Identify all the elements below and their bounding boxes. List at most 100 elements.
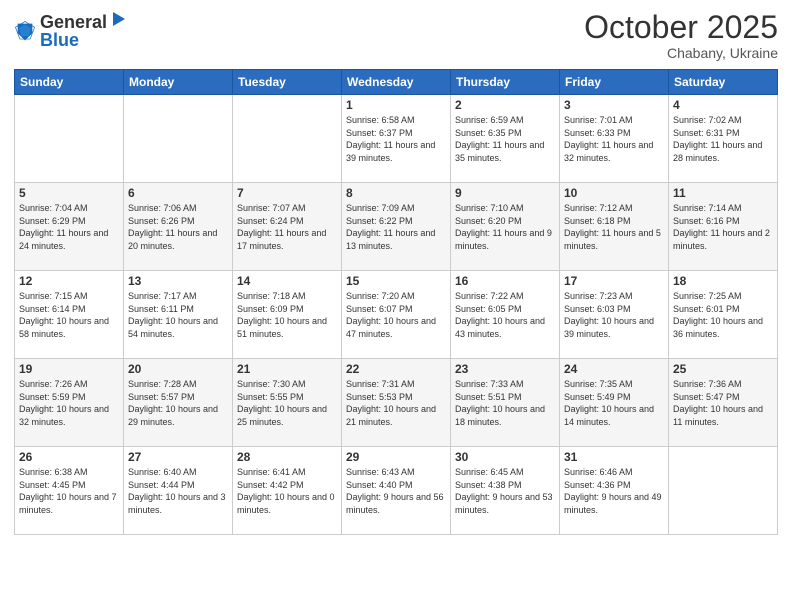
day-number: 15: [346, 274, 446, 288]
day-info: Sunrise: 7:06 AMSunset: 6:26 PMDaylight:…: [128, 202, 228, 252]
week-row-4: 26Sunrise: 6:38 AMSunset: 4:45 PMDayligh…: [15, 447, 778, 535]
day-cell-0-0: [15, 95, 124, 183]
day-cell-4-1: 27Sunrise: 6:40 AMSunset: 4:44 PMDayligh…: [124, 447, 233, 535]
day-info: Sunrise: 7:33 AMSunset: 5:51 PMDaylight:…: [455, 378, 555, 428]
day-cell-2-6: 18 Sunrise: 7:25 AMSunset: 6:01 PMDayligh…: [669, 271, 778, 359]
day-cell-1-1: 6 Sunrise: 7:06 AMSunset: 6:26 PMDaylight…: [124, 183, 233, 271]
day-number: 7: [237, 186, 337, 200]
day-cell-3-2: 21 Sunrise: 7:30 AMSunset: 5:55 PMDayligh…: [233, 359, 342, 447]
day-info: Sunrise: 7:02 AMSunset: 6:31 PMDaylight:…: [673, 114, 773, 164]
day-number: 31: [564, 450, 664, 464]
day-cell-1-5: 10 Sunrise: 7:12 AMSunset: 6:18 PMDayligh…: [560, 183, 669, 271]
day-info: Sunrise: 6:45 AMSunset: 4:38 PMDaylight:…: [455, 466, 555, 516]
day-info: Sunrise: 7:31 AMSunset: 5:53 PMDaylight:…: [346, 378, 446, 428]
day-number: 20: [128, 362, 228, 376]
day-info: Sunrise: 7:10 AMSunset: 6:20 PMDaylight:…: [455, 202, 555, 252]
day-cell-3-6: 25 Sunrise: 7:36 AMSunset: 5:47 PMDayligh…: [669, 359, 778, 447]
day-number: 17: [564, 274, 664, 288]
day-number: 22: [346, 362, 446, 376]
day-info: Sunrise: 6:46 AMSunset: 4:36 PMDaylight:…: [564, 466, 664, 516]
header: General Blue October 2025 Chabany, Ukrai…: [14, 10, 778, 61]
location-subtitle: Chabany, Ukraine: [584, 45, 778, 61]
header-tuesday: Tuesday: [233, 70, 342, 95]
logo: General Blue: [14, 10, 127, 51]
day-info: Sunrise: 6:43 AMSunset: 4:40 PMDaylight:…: [346, 466, 446, 516]
day-number: 5: [19, 186, 119, 200]
day-cell-4-3: 29 Sunrise: 6:43 AMSunset: 4:40 PMDayligh…: [342, 447, 451, 535]
day-info: Sunrise: 7:18 AMSunset: 6:09 PMDaylight:…: [237, 290, 337, 340]
day-cell-4-4: 30 Sunrise: 6:45 AMSunset: 4:38 PMDayligh…: [451, 447, 560, 535]
day-number: 4: [673, 98, 773, 112]
logo-blue: Blue: [40, 30, 79, 50]
header-monday: Monday: [124, 70, 233, 95]
day-cell-2-5: 17 Sunrise: 7:23 AMSunset: 6:03 PMDayligh…: [560, 271, 669, 359]
day-info: Sunrise: 7:07 AMSunset: 6:24 PMDaylight:…: [237, 202, 337, 252]
day-info: Sunrise: 7:23 AMSunset: 6:03 PMDaylight:…: [564, 290, 664, 340]
day-number: 3: [564, 98, 664, 112]
day-info: Sunrise: 7:26 AMSunset: 5:59 PMDaylight:…: [19, 378, 119, 428]
logo-general: General: [40, 13, 107, 31]
day-cell-4-5: 31 Sunrise: 6:46 AMSunset: 4:36 PMDayligh…: [560, 447, 669, 535]
day-info: Sunrise: 6:41 AMSunset: 4:42 PMDaylight:…: [237, 466, 337, 516]
day-number: 11: [673, 186, 773, 200]
day-cell-3-5: 24Sunrise: 7:35 AMSunset: 5:49 PMDayligh…: [560, 359, 669, 447]
day-number: 14: [237, 274, 337, 288]
day-cell-1-2: 7 Sunrise: 7:07 AMSunset: 6:24 PMDaylight…: [233, 183, 342, 271]
day-info: Sunrise: 7:28 AMSunset: 5:57 PMDaylight:…: [128, 378, 228, 428]
day-number: 12: [19, 274, 119, 288]
day-cell-2-4: 16Sunrise: 7:22 AMSunset: 6:05 PMDayligh…: [451, 271, 560, 359]
day-cell-0-6: 4 Sunrise: 7:02 AMSunset: 6:31 PMDaylight…: [669, 95, 778, 183]
header-friday: Friday: [560, 70, 669, 95]
day-number: 16: [455, 274, 555, 288]
day-number: 30: [455, 450, 555, 464]
day-info: Sunrise: 7:30 AMSunset: 5:55 PMDaylight:…: [237, 378, 337, 428]
day-number: 6: [128, 186, 228, 200]
logo-text-block: General Blue: [40, 10, 127, 51]
month-title: October 2025: [584, 10, 778, 45]
week-row-0: 1Sunrise: 6:58 AMSunset: 6:37 PMDaylight…: [15, 95, 778, 183]
day-number: 27: [128, 450, 228, 464]
day-cell-2-1: 13 Sunrise: 7:17 AMSunset: 6:11 PMDayligh…: [124, 271, 233, 359]
day-info: Sunrise: 7:12 AMSunset: 6:18 PMDaylight:…: [564, 202, 664, 252]
day-number: 10: [564, 186, 664, 200]
day-cell-4-0: 26Sunrise: 6:38 AMSunset: 4:45 PMDayligh…: [15, 447, 124, 535]
day-info: Sunrise: 7:25 AMSunset: 6:01 PMDaylight:…: [673, 290, 773, 340]
day-info: Sunrise: 7:14 AMSunset: 6:16 PMDaylight:…: [673, 202, 773, 252]
week-row-3: 19 Sunrise: 7:26 AMSunset: 5:59 PMDayligh…: [15, 359, 778, 447]
day-number: 23: [455, 362, 555, 376]
main-container: General Blue October 2025 Chabany, Ukrai…: [0, 0, 792, 541]
day-number: 19: [19, 362, 119, 376]
day-info: Sunrise: 7:17 AMSunset: 6:11 PMDaylight:…: [128, 290, 228, 340]
day-cell-0-5: 3Sunrise: 7:01 AMSunset: 6:33 PMDaylight…: [560, 95, 669, 183]
day-info: Sunrise: 7:15 AMSunset: 6:14 PMDaylight:…: [19, 290, 119, 340]
logo-arrow-icon: [111, 10, 127, 28]
day-number: 13: [128, 274, 228, 288]
day-cell-0-2: [233, 95, 342, 183]
day-cell-1-4: 9 Sunrise: 7:10 AMSunset: 6:20 PMDaylight…: [451, 183, 560, 271]
day-cell-0-3: 1Sunrise: 6:58 AMSunset: 6:37 PMDaylight…: [342, 95, 451, 183]
day-cell-2-2: 14 Sunrise: 7:18 AMSunset: 6:09 PMDayligh…: [233, 271, 342, 359]
day-number: 9: [455, 186, 555, 200]
day-number: 21: [237, 362, 337, 376]
day-cell-3-0: 19 Sunrise: 7:26 AMSunset: 5:59 PMDayligh…: [15, 359, 124, 447]
day-cell-0-1: [124, 95, 233, 183]
day-cell-2-0: 12 Sunrise: 7:15 AMSunset: 6:14 PMDayligh…: [15, 271, 124, 359]
header-wednesday: Wednesday: [342, 70, 451, 95]
day-cell-4-2: 28Sunrise: 6:41 AMSunset: 4:42 PMDayligh…: [233, 447, 342, 535]
day-info: Sunrise: 6:38 AMSunset: 4:45 PMDaylight:…: [19, 466, 119, 516]
day-info: Sunrise: 7:36 AMSunset: 5:47 PMDaylight:…: [673, 378, 773, 428]
day-number: 18: [673, 274, 773, 288]
day-info: Sunrise: 6:58 AMSunset: 6:37 PMDaylight:…: [346, 114, 446, 164]
day-number: 29: [346, 450, 446, 464]
day-cell-0-4: 2Sunrise: 6:59 AMSunset: 6:35 PMDaylight…: [451, 95, 560, 183]
header-thursday: Thursday: [451, 70, 560, 95]
day-info: Sunrise: 7:09 AMSunset: 6:22 PMDaylight:…: [346, 202, 446, 252]
header-sunday: Sunday: [15, 70, 124, 95]
day-info: Sunrise: 7:20 AMSunset: 6:07 PMDaylight:…: [346, 290, 446, 340]
day-cell-1-3: 8 Sunrise: 7:09 AMSunset: 6:22 PMDaylight…: [342, 183, 451, 271]
calendar-header-row: Sunday Monday Tuesday Wednesday Thursday…: [15, 70, 778, 95]
day-number: 25: [673, 362, 773, 376]
header-saturday: Saturday: [669, 70, 778, 95]
day-number: 2: [455, 98, 555, 112]
day-number: 8: [346, 186, 446, 200]
